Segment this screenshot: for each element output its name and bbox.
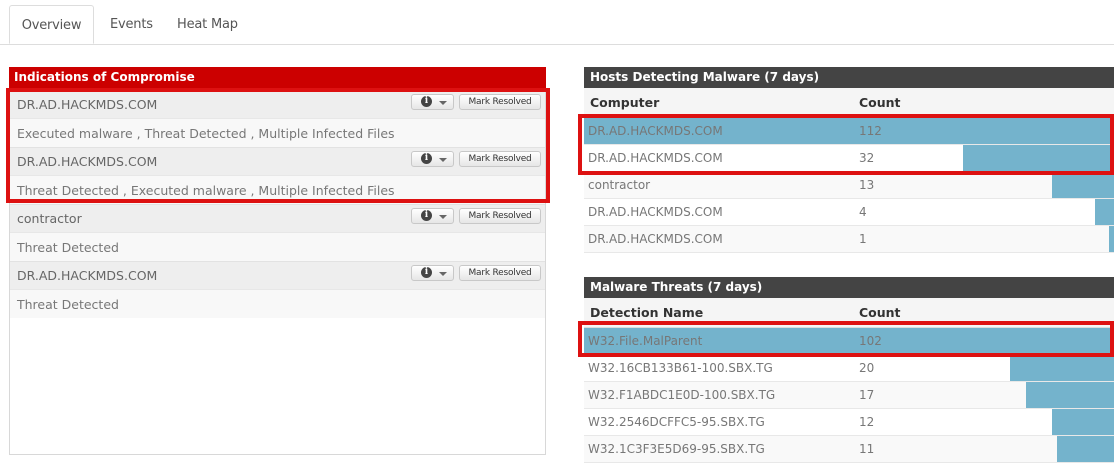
threats-table-row[interactable]: W32.1C3F3E5D69-95.SBX.TG 11 [584, 436, 1114, 463]
column-header-count[interactable]: Count [859, 88, 901, 118]
threats-table-header: Detection Name Count [584, 298, 1114, 328]
caret-down-icon [439, 272, 447, 276]
count-value: 11 [859, 442, 875, 456]
computer-name[interactable]: DR.AD.HACKMDS.COM [588, 199, 723, 225]
count-bar [1026, 382, 1114, 408]
mark-resolved-button[interactable]: Mark Resolved [459, 265, 541, 281]
info-circle-icon: i [421, 96, 432, 107]
threats-table-row[interactable]: W32.2546DCFFC5-95.SBX.TG 12 [584, 409, 1114, 436]
threats-table-row[interactable]: W32.File.MalParent 102 [584, 328, 1114, 355]
count-value: 13 [859, 178, 875, 192]
info-dropdown-button[interactable]: i [411, 265, 454, 281]
info-circle-icon: i [421, 153, 432, 164]
computer-name[interactable]: DR.AD.HACKMDS.COM [588, 118, 723, 144]
detection-name[interactable]: W32.F1ABDC1E0D-100.SBX.TG [588, 382, 775, 408]
threats-table-row[interactable]: W32.16CB133B61-100.SBX.TG 20 [584, 355, 1114, 382]
count-value: 20 [859, 361, 875, 375]
caret-down-icon [439, 101, 447, 105]
detection-name[interactable]: W32.File.MalParent [588, 328, 702, 354]
hosts-table-row[interactable]: DR.AD.HACKMDS.COM 1 [584, 226, 1114, 253]
count-bar [1010, 355, 1114, 381]
computer-name[interactable]: DR.AD.HACKMDS.COM [588, 226, 723, 252]
ioc-host-row: DR.AD.HACKMDS.COM i Mark Resolved [10, 147, 545, 175]
detection-name[interactable]: W32.1C3F3E5D69-95.SBX.TG [588, 436, 765, 462]
ioc-description: Threat Detected [10, 289, 545, 318]
count-value: 1 [859, 232, 867, 246]
caret-down-icon [439, 158, 447, 162]
tab-bar: Overview Events Heat Map [0, 0, 1114, 45]
detection-name[interactable]: W32.2546DCFFC5-95.SBX.TG [588, 409, 765, 435]
count-value: 4 [859, 205, 867, 219]
computer-name[interactable]: DR.AD.HACKMDS.COM [588, 145, 723, 171]
hosts-table-row[interactable]: DR.AD.HACKMDS.COM 32 [584, 145, 1114, 172]
ioc-description: Threat Detected , Executed malware , Mul… [10, 175, 545, 204]
hosts-table-header: Computer Count [584, 88, 1114, 118]
ioc-description: Executed malware , Threat Detected , Mul… [10, 118, 545, 147]
info-circle-icon: i [421, 267, 432, 278]
caret-down-icon [439, 215, 447, 219]
ioc-host-row: contractor i Mark Resolved [10, 204, 545, 232]
info-dropdown-button[interactable]: i [411, 94, 454, 110]
count-value: 32 [859, 151, 875, 165]
info-dropdown-button[interactable]: i [411, 208, 454, 224]
tab-heat-map[interactable]: Heat Map [177, 5, 238, 44]
column-header-computer[interactable]: Computer [590, 88, 659, 118]
ioc-host-name[interactable]: contractor [17, 211, 82, 226]
ioc-host-name[interactable]: DR.AD.HACKMDS.COM [17, 154, 157, 169]
hosts-table-row[interactable]: DR.AD.HACKMDS.COM 4 [584, 199, 1114, 226]
hosts-table-title: Hosts Detecting Malware (7 days) [584, 67, 1114, 88]
ioc-description: Threat Detected [10, 232, 545, 261]
count-bar [1052, 172, 1114, 198]
threats-table-row[interactable]: W32.F1ABDC1E0D-100.SBX.TG 17 [584, 382, 1114, 409]
tab-overview[interactable]: Overview [9, 5, 94, 44]
count-bar [1095, 199, 1114, 225]
count-value: 12 [859, 415, 875, 429]
count-value: 112 [859, 124, 882, 138]
tab-events[interactable]: Events [110, 5, 153, 44]
info-circle-icon: i [421, 210, 432, 221]
threats-table-title: Malware Threats (7 days) [584, 277, 1114, 298]
column-header-detection-name[interactable]: Detection Name [590, 298, 703, 328]
count-bar [1109, 226, 1114, 252]
ioc-host-row: DR.AD.HACKMDS.COM i Mark Resolved [10, 261, 545, 289]
mark-resolved-button[interactable]: Mark Resolved [459, 151, 541, 167]
ioc-host-name[interactable]: DR.AD.HACKMDS.COM [17, 268, 157, 283]
ioc-host-row: DR.AD.HACKMDS.COM i Mark Resolved [10, 90, 545, 118]
count-value: 17 [859, 388, 875, 402]
ioc-host-name[interactable]: DR.AD.HACKMDS.COM [17, 97, 157, 112]
count-bar [1052, 409, 1114, 435]
count-value: 102 [859, 334, 882, 348]
ioc-panel-title: Indications of Compromise [9, 67, 546, 88]
detection-name[interactable]: W32.16CB133B61-100.SBX.TG [588, 355, 773, 381]
count-bar [963, 145, 1114, 171]
mark-resolved-button[interactable]: Mark Resolved [459, 208, 541, 224]
info-dropdown-button[interactable]: i [411, 151, 454, 167]
hosts-table-row[interactable]: DR.AD.HACKMDS.COM 112 [584, 118, 1114, 145]
column-header-count[interactable]: Count [859, 298, 901, 328]
computer-name[interactable]: contractor [588, 172, 650, 198]
count-bar [1057, 436, 1114, 462]
mark-resolved-button[interactable]: Mark Resolved [459, 94, 541, 110]
hosts-table-row[interactable]: contractor 13 [584, 172, 1114, 199]
